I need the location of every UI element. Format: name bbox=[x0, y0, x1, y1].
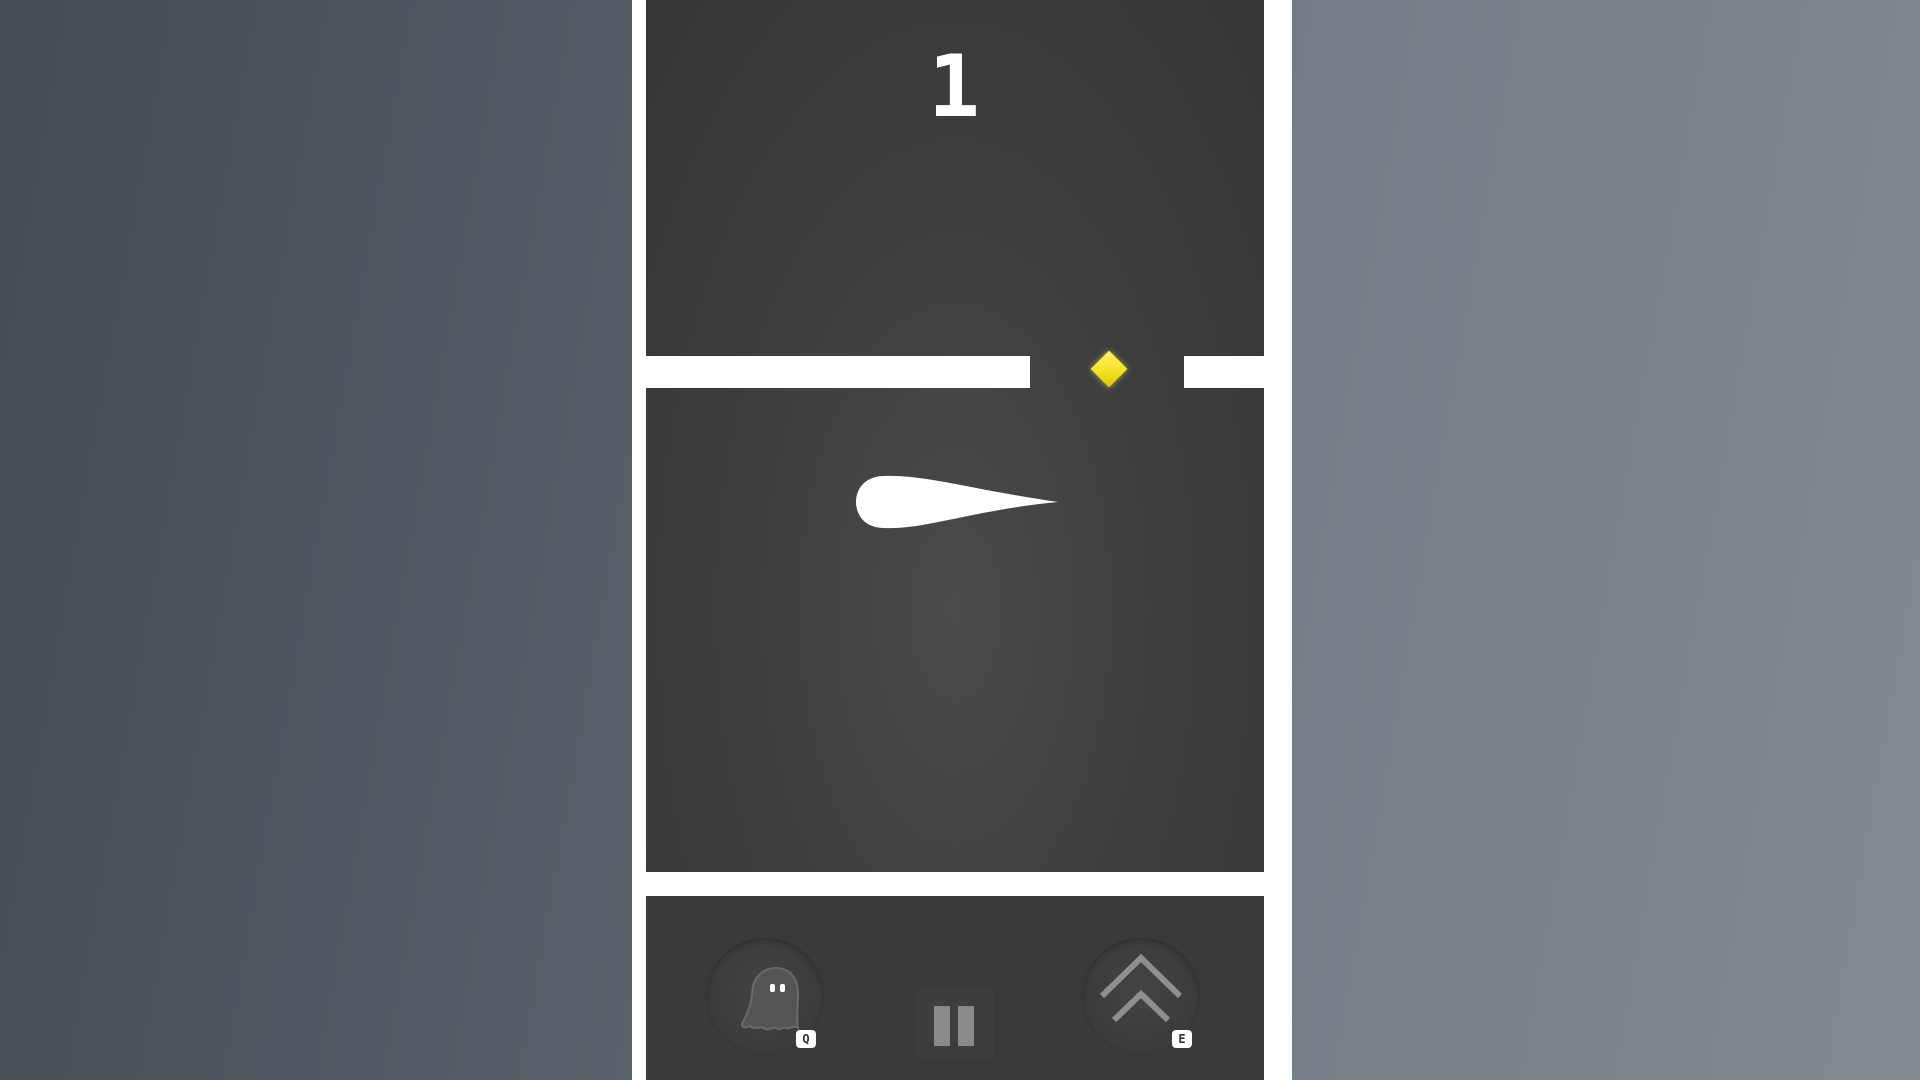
control-bar: Q E bbox=[646, 896, 1264, 1080]
play-area[interactable]: 1 bbox=[646, 0, 1264, 872]
barrier-wall-left bbox=[646, 356, 1030, 388]
yellow-gem bbox=[1090, 350, 1128, 388]
boost-key-badge: E bbox=[1172, 1030, 1192, 1048]
player-comet bbox=[856, 475, 1058, 529]
pause-icon-bar bbox=[958, 1006, 974, 1046]
ghost-ability-button[interactable]: Q bbox=[706, 938, 824, 1056]
barrier-wall-right bbox=[1184, 356, 1264, 388]
boost-ability-button[interactable]: E bbox=[1082, 938, 1200, 1056]
score-counter: 1 bbox=[928, 37, 982, 137]
background-left bbox=[0, 0, 632, 1080]
pause-button[interactable] bbox=[916, 988, 994, 1058]
pause-icon bbox=[934, 1006, 950, 1046]
background-right bbox=[1292, 0, 1920, 1080]
ghost-key-badge: Q bbox=[796, 1030, 816, 1048]
